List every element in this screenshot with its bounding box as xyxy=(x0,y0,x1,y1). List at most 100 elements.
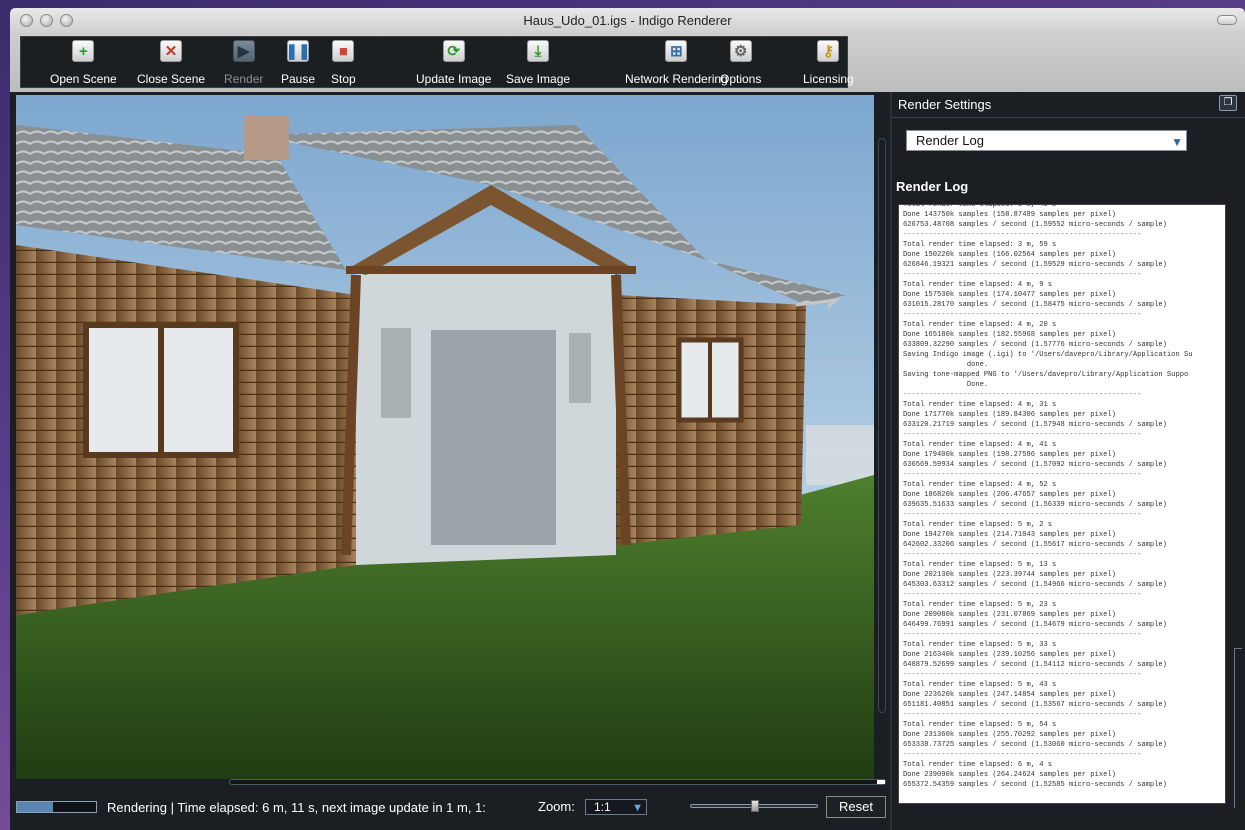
render-button[interactable]: ▶ Render xyxy=(224,37,263,89)
log-line: Total render time elapsed: 5 m, 43 s xyxy=(903,681,1057,689)
pause-button[interactable]: ❚❚ Pause xyxy=(281,37,315,89)
toolbar: + Open Scene ✕ Close Scene ▶ Render ❚❚ Pause ■ St… xyxy=(20,36,854,89)
reset-button[interactable]: Reset xyxy=(826,796,886,818)
zoom-select[interactable]: 1:1 ▼ xyxy=(585,799,647,815)
log-line: Total render time elapsed: 5 m, 33 s xyxy=(903,641,1057,649)
log-line: 645303.63312 samples / second (1.54966 m… xyxy=(903,581,1167,589)
log-line: 642602.33206 samples / second (1.55617 m… xyxy=(903,541,1167,549)
render-progress-bar xyxy=(16,801,97,813)
panel-title: Render Settings xyxy=(898,97,992,112)
log-line: ----------------------------------------… xyxy=(903,751,1142,759)
log-line: Done. xyxy=(903,381,989,389)
status-bar: Rendering | Time elapsed: 6 m, 11 s, nex… xyxy=(10,796,890,830)
x-icon: ✕ xyxy=(160,40,183,62)
log-line: Done 157530k samples (174.10477 samples … xyxy=(903,291,1116,299)
log-line: done. xyxy=(903,361,989,369)
stop-button[interactable]: ■ Stop xyxy=(331,37,356,89)
log-line: Done 186820k samples (206.47657 samples … xyxy=(903,491,1116,499)
status-text: Rendering | Time elapsed: 6 m, 11 s, nex… xyxy=(107,800,486,815)
close-scene-button[interactable]: ✕ Close Scene xyxy=(137,37,205,89)
tool-label: Pause xyxy=(281,72,316,86)
log-line: ----------------------------------------… xyxy=(903,631,1142,639)
network-icon: ⊞ xyxy=(665,40,688,62)
log-line: ----------------------------------------… xyxy=(903,671,1142,679)
tool-label: Options xyxy=(720,72,762,86)
log-line: Total render time elapsed: 4 m, 52 s xyxy=(903,481,1057,489)
render-settings-panel: Render Settings ❐ Render Log ▼ Render Lo… xyxy=(892,92,1245,830)
log-scrollbar[interactable] xyxy=(1234,648,1242,808)
render-viewport[interactable] xyxy=(16,95,874,779)
tool-label: Licensing xyxy=(803,72,854,86)
log-line: Total render time elapsed: 4 m, 31 s xyxy=(903,401,1057,409)
options-button[interactable]: ⚙ Options xyxy=(720,37,761,89)
log-line: Done 194270k samples (214.71043 samples … xyxy=(903,531,1116,539)
log-line: Saving Indigo image (.igi) to '/Users/da… xyxy=(903,351,1193,359)
title-bar: Haus_Udo_01.igs - Indigo Renderer + Open … xyxy=(10,8,1245,92)
log-line: Done 239090k samples (264.24624 samples … xyxy=(903,771,1116,779)
panel-select[interactable]: Render Log ▼ xyxy=(906,130,1187,151)
log-line: 631015.28170 samples / second (1.58475 m… xyxy=(903,301,1167,309)
log-line: ----------------------------------------… xyxy=(903,391,1142,399)
log-line: Done 209080k samples (231.07869 samples … xyxy=(903,611,1116,619)
log-line: Done 171770k samples (189.84306 samples … xyxy=(903,411,1116,419)
zoom-label: Zoom: xyxy=(538,799,575,814)
gear-icon: ⚙ xyxy=(729,40,752,62)
log-line: Total render time elapsed: 4 m, 20 s xyxy=(903,321,1057,329)
viewport-horizontal-scrollbar[interactable] xyxy=(229,779,886,785)
log-line: 651181.40851 samples / second (1.53567 m… xyxy=(903,701,1167,709)
log-line: Done 179400k samples (198.27586 samples … xyxy=(903,451,1116,459)
log-line: Total render time elapsed: 4 m, 9 s xyxy=(903,281,1052,289)
log-line: ----------------------------------------… xyxy=(903,271,1142,279)
log-line: ----------------------------------------… xyxy=(903,511,1142,519)
log-line: Total render time elapsed: 5 m, 23 s xyxy=(903,601,1057,609)
log-line: 633120.21719 samples / second (1.57948 m… xyxy=(903,421,1167,429)
exposure-slider[interactable] xyxy=(690,800,818,812)
render-log[interactable]: Total render time elapsed: 3 m, 49 s Done… xyxy=(898,204,1226,804)
save-image-button[interactable]: ⤓ Save Image xyxy=(506,37,570,89)
log-line: Done 223620k samples (247.14854 samples … xyxy=(903,691,1116,699)
log-line: Done 202130k samples (223.39744 samples … xyxy=(903,571,1116,579)
log-line: Total render time elapsed: 5 m, 54 s xyxy=(903,721,1057,729)
log-line: 636569.59934 samples / second (1.57092 m… xyxy=(903,461,1167,469)
log-line: ----------------------------------------… xyxy=(903,551,1142,559)
log-line: ----------------------------------------… xyxy=(903,471,1142,479)
play-icon: ▶ xyxy=(232,40,255,62)
log-line: 655372.54359 samples / second (1.52585 m… xyxy=(903,781,1167,789)
tool-label: Update Image xyxy=(416,72,492,86)
tool-label: Close Scene xyxy=(137,72,206,86)
tool-label: Network Rendering xyxy=(625,72,728,86)
log-line: ----------------------------------------… xyxy=(903,311,1142,319)
open-scene-button[interactable]: + Open Scene xyxy=(50,37,117,89)
divider xyxy=(892,117,1245,118)
update-image-button[interactable]: ⟳ Update Image xyxy=(416,37,491,89)
log-line: Done 143750k samples (158.87489 samples … xyxy=(903,211,1116,219)
network-rendering-button[interactable]: ⊞ Network Rendering xyxy=(625,37,728,89)
log-line: Done 216340k samples (239.10256 samples … xyxy=(903,651,1116,659)
tool-label: Stop xyxy=(331,72,356,86)
log-line: Total render time elapsed: 6 m, 4 s xyxy=(903,761,1052,769)
log-line: 653338.73725 samples / second (1.53060 m… xyxy=(903,741,1167,749)
app-window: Haus_Udo_01.igs - Indigo Renderer + Open … xyxy=(10,8,1245,830)
log-title: Render Log xyxy=(896,179,969,194)
tool-label: Save Image xyxy=(506,72,571,86)
tool-label: Render xyxy=(224,72,264,86)
log-line: Total render time elapsed: 4 m, 41 s xyxy=(903,441,1057,449)
log-line: 626753.48708 samples / second (1.59552 m… xyxy=(903,221,1167,229)
slider-handle[interactable] xyxy=(751,800,759,812)
download-icon: ⤓ xyxy=(527,40,550,62)
log-line: ----------------------------------------… xyxy=(903,711,1142,719)
zoom-value: 1:1 xyxy=(594,800,611,814)
log-line: 646499.76991 samples / second (1.54679 m… xyxy=(903,621,1167,629)
log-line: ----------------------------------------… xyxy=(903,231,1142,239)
log-line: Total render time elapsed: 5 m, 2 s xyxy=(903,521,1052,529)
log-line: 633809.32290 samples / second (1.57776 m… xyxy=(903,341,1167,349)
log-line: ----------------------------------------… xyxy=(903,591,1142,599)
toolbar-toggle-button[interactable] xyxy=(1217,15,1237,25)
log-line: 639635.51633 samples / second (1.56339 m… xyxy=(903,501,1167,509)
undock-panel-icon[interactable]: ❐ xyxy=(1219,95,1237,111)
refresh-icon: ⟳ xyxy=(442,40,465,62)
plus-icon: + xyxy=(72,40,95,62)
viewport-vertical-scrollbar[interactable] xyxy=(878,138,886,713)
log-line: 648879.52699 samples / second (1.54112 m… xyxy=(903,661,1167,669)
licensing-button[interactable]: ⚷ Licensing xyxy=(803,37,854,89)
